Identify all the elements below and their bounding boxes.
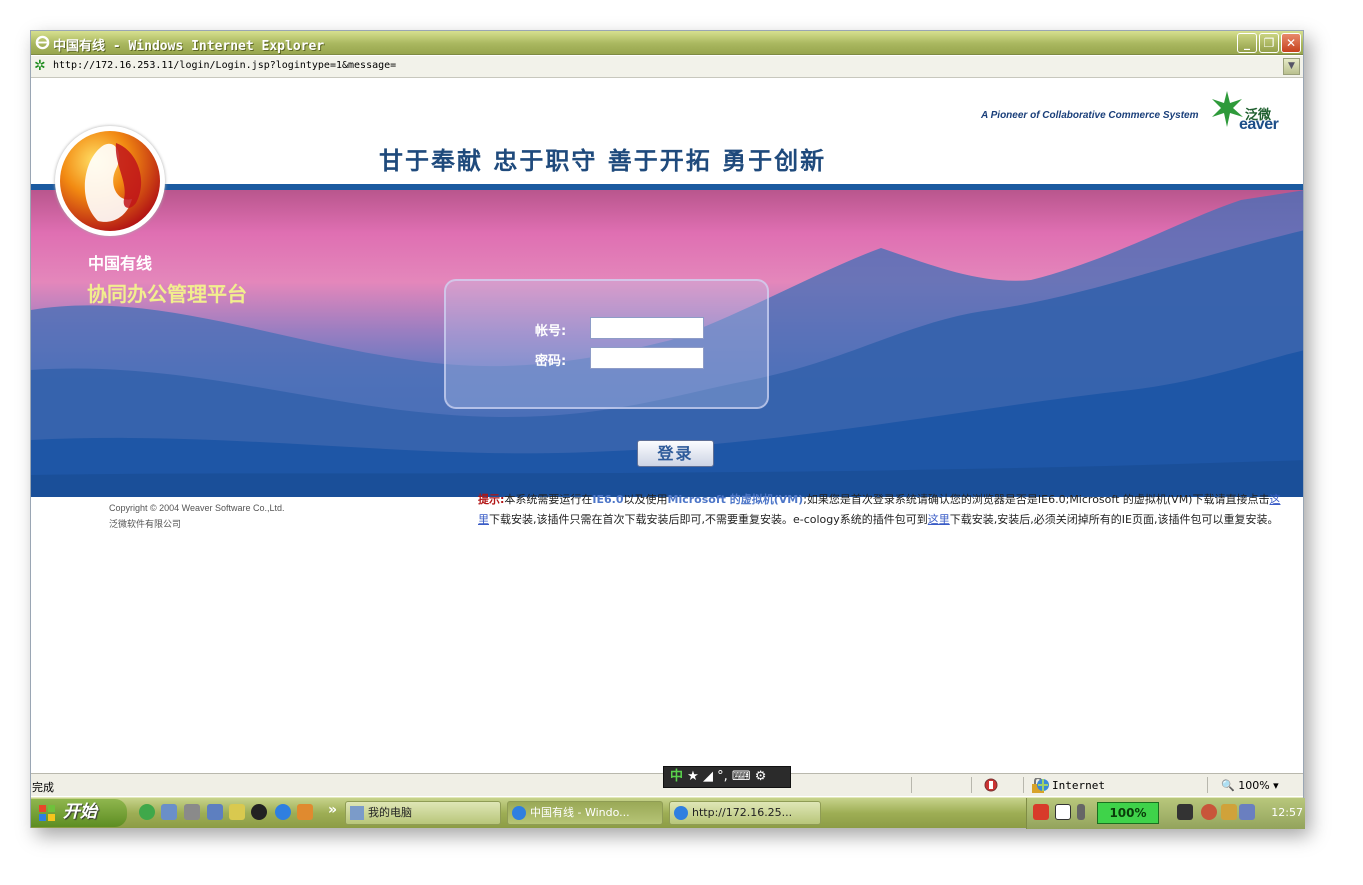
task-my-computer[interactable]: 我的电脑 xyxy=(345,801,501,825)
login-panel: 帐号: 密码: xyxy=(444,279,769,409)
start-button[interactable]: 开始 xyxy=(31,799,127,827)
notice-text: 下载安装,该插件只需在首次下载安装后即可,不需要重复安装。e-cology系统的… xyxy=(489,513,928,526)
password-label: 密码: xyxy=(535,354,567,369)
security-zone: Internet xyxy=(1052,779,1105,792)
plugin-download-link[interactable]: 这里 xyxy=(928,513,950,526)
quicklaunch-tools-icon[interactable] xyxy=(229,804,245,820)
zoom-value[interactable]: 100% xyxy=(1238,779,1269,792)
ime-toolbar[interactable]: 中 ★ ◢ °, ⌨ ⚙ xyxy=(663,766,791,788)
account-input[interactable] xyxy=(590,317,704,339)
battery-indicator[interactable]: 100% xyxy=(1097,802,1159,824)
notice-text: 以及使用 xyxy=(623,493,668,506)
page-content: A Pioneer of Collaborative Commerce Syst… xyxy=(31,79,1303,773)
quicklaunch-user-icon[interactable] xyxy=(161,804,177,820)
ime-toolbar-icons[interactable]: ★ ◢ °, ⌨ ⚙ xyxy=(687,769,766,784)
company-motto: 甘于奉献 忠于职守 善于开拓 勇于创新 xyxy=(379,146,827,175)
notice-ie-version: IE6.0 xyxy=(592,493,624,506)
login-banner: 中国有线 协同办公管理平台 帐号: 密码: 登录 xyxy=(31,190,1303,497)
ime-mode[interactable]: 中 xyxy=(670,769,683,784)
clock[interactable]: 12:57 xyxy=(1271,806,1303,819)
cable-logo xyxy=(55,126,165,236)
copyright-text: Copyright © 2004 Weaver Software Co.,Ltd… xyxy=(109,503,285,513)
task-label[interactable]: 我的电脑 xyxy=(368,806,412,819)
windows-logo-icon xyxy=(39,805,55,821)
page-icon: ✲ xyxy=(34,58,46,74)
window-title: 中国有线 - Windows Internet Explorer xyxy=(53,39,325,54)
tray-sogou-icon[interactable] xyxy=(1033,804,1049,820)
address-url[interactable]: http://172.16.253.11/login/Login.jsp?log… xyxy=(53,60,396,71)
brand-tagline: A Pioneer of Collaborative Commerce Syst… xyxy=(981,110,1199,121)
organization-name: 中国有线 xyxy=(88,254,153,273)
weaver-logo: 泛微 eaver xyxy=(1209,89,1289,133)
desktop: 中国有线 - Windows Internet Explorer _ ❐ ✕ ✲… xyxy=(0,0,1363,885)
task-label[interactable]: 中国有线 - Windo... xyxy=(530,806,630,819)
quicklaunch-qq2-icon[interactable] xyxy=(297,804,313,820)
password-input[interactable] xyxy=(590,347,704,369)
taskbar: 开始 » 我的电脑 中国有线 - Windo... http://172.16.… xyxy=(31,797,1305,829)
tray-display-icon[interactable] xyxy=(1239,804,1255,820)
tray-power-icon[interactable] xyxy=(1177,804,1193,820)
notice-text: 下载安装,安装后,必须关闭掉所有的IE页面,该插件包可以重复安装。 xyxy=(949,513,1279,526)
tray-tool-icon[interactable] xyxy=(1221,804,1237,820)
address-bar[interactable]: ✲ http://172.16.253.11/login/Login.jsp?l… xyxy=(31,56,1303,78)
brand-en: eaver xyxy=(1239,116,1279,133)
ie-icon xyxy=(512,806,526,820)
quicklaunch-qq-icon[interactable] xyxy=(251,804,267,820)
quicklaunch-app-icon[interactable] xyxy=(207,804,223,820)
close-button[interactable]: ✕ xyxy=(1281,33,1301,53)
title-bar: 中国有线 - Windows Internet Explorer _ ❐ ✕ xyxy=(31,31,1303,55)
computer-icon xyxy=(350,806,364,820)
platform-name: 协同办公管理平台 xyxy=(87,282,247,306)
restore-button[interactable]: ❐ xyxy=(1259,33,1279,53)
quicklaunch-settings-icon[interactable] xyxy=(184,804,200,820)
status-text: 完成 xyxy=(32,781,54,794)
tray-collapse-icon[interactable] xyxy=(1201,804,1217,820)
tray-help-icon[interactable] xyxy=(1055,804,1071,820)
task-ie-window[interactable]: 中国有线 - Windo... xyxy=(507,801,663,825)
page-header: A Pioneer of Collaborative Commerce Syst… xyxy=(31,79,1303,189)
tray-network-icon[interactable] xyxy=(1077,804,1085,820)
browser-window: 中国有线 - Windows Internet Explorer _ ❐ ✕ ✲… xyxy=(30,30,1305,829)
quicklaunch-ie-icon[interactable] xyxy=(275,804,291,820)
notice-vm: Microsoft 的虚拟机(VM) xyxy=(667,493,804,506)
quicklaunch-more-icon[interactable]: » xyxy=(328,802,337,818)
task-ie-window-2[interactable]: http://172.16.25... xyxy=(669,801,821,825)
footer-copyright: Copyright © 2004 Weaver Software Co.,Ltd… xyxy=(109,500,285,532)
minimize-button[interactable]: _ xyxy=(1237,33,1257,53)
plugin-notice: 提示:本系统需要运行在IE6.0以及使用Microsoft 的虚拟机(VM);如… xyxy=(478,490,1288,530)
header-stripe xyxy=(31,182,1303,190)
ie-icon xyxy=(35,35,50,50)
task-label[interactable]: http://172.16.25... xyxy=(692,806,792,819)
company-name: 泛微软件有限公司 xyxy=(109,519,182,529)
login-button[interactable]: 登录 xyxy=(637,440,714,467)
system-tray: 100% 12:57 xyxy=(1026,798,1305,829)
internet-globe-icon xyxy=(1037,779,1049,791)
notice-heading: 提示: xyxy=(478,493,505,506)
zoom-level[interactable]: 🔍 100% ▾ xyxy=(1221,779,1279,792)
start-label[interactable]: 开始 xyxy=(63,802,97,822)
quicklaunch-refresh-icon[interactable] xyxy=(139,804,155,820)
notice-text: ;如果您是首次登录系统请确认您的浏览器是否是IE6.0;Microsoft 的虚… xyxy=(803,493,1270,506)
account-label: 帐号: xyxy=(535,324,567,339)
notice-text: 本系统需要运行在 xyxy=(504,493,593,506)
ie-icon xyxy=(674,806,688,820)
address-dropdown-icon[interactable]: ▼ xyxy=(1283,58,1300,75)
privacy-icon[interactable] xyxy=(983,777,999,793)
cable-logo-icon xyxy=(60,131,160,231)
